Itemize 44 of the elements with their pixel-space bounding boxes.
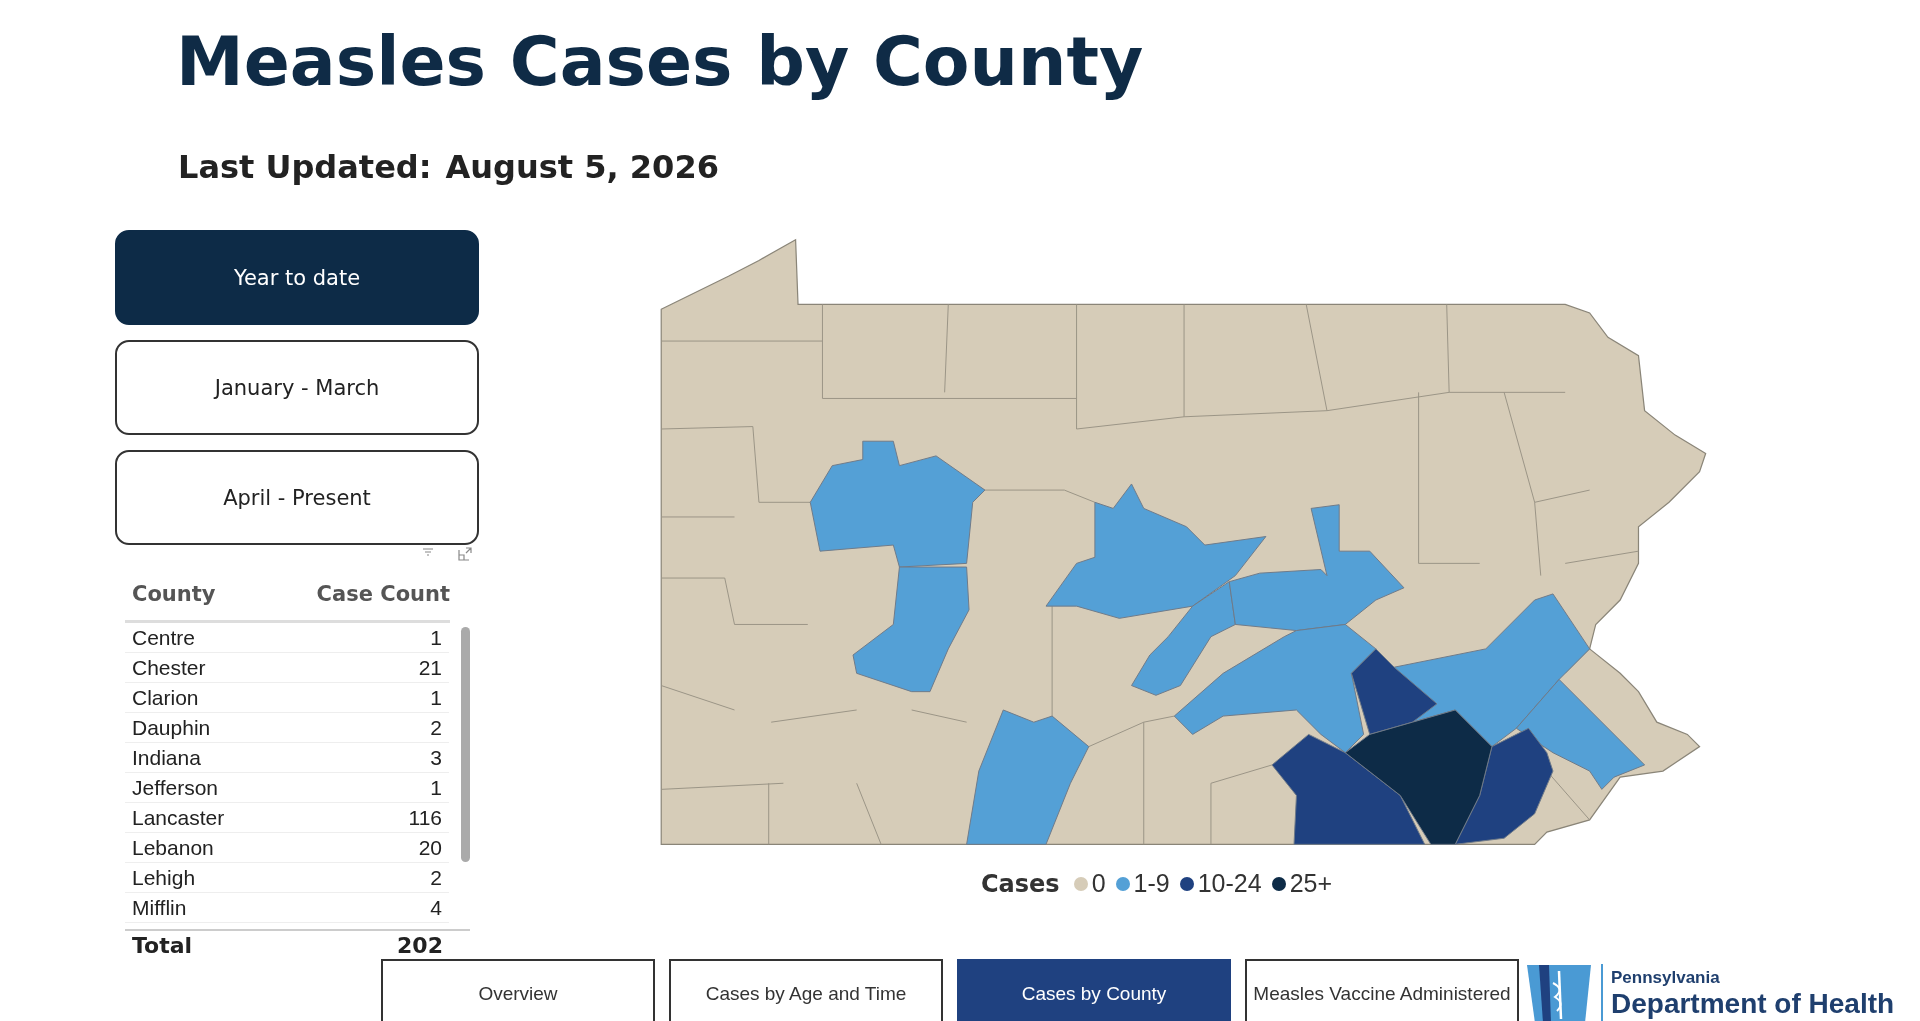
nav-tab[interactable]: Measles Vaccine Administered xyxy=(1245,959,1519,1021)
count-cell: 3 xyxy=(430,745,443,770)
count-cell: 1 xyxy=(430,685,443,710)
period-button[interactable]: Year to date xyxy=(115,230,479,325)
county-cell: Jefferson xyxy=(132,775,218,800)
last-updated-label: Last Updated: xyxy=(178,148,432,188)
legend-label: 1-9 xyxy=(1133,869,1170,898)
county-cell: Centre xyxy=(132,625,196,650)
expand-icon[interactable] xyxy=(457,546,473,562)
legend-title: Cases xyxy=(981,869,1060,898)
county-cell: Dauphin xyxy=(132,715,211,740)
count-cell: 1 xyxy=(430,625,443,650)
county-cell: Clarion xyxy=(132,685,199,710)
nav-tab[interactable]: Cases by County xyxy=(957,959,1231,1021)
count-cell: 21 xyxy=(418,655,443,680)
logo-text: Pennsylvania xyxy=(1611,968,1721,988)
nav-tab[interactable]: Overview xyxy=(381,959,655,1021)
count-cell: 116 xyxy=(408,805,443,830)
total-label: Total xyxy=(132,933,193,958)
legend-label: 0 xyxy=(1091,869,1106,898)
filter-icon[interactable] xyxy=(421,546,435,558)
legend-label: 25+ xyxy=(1289,869,1333,898)
county-cell: Indiana xyxy=(132,745,201,770)
count-cell: 2 xyxy=(430,865,443,890)
nav-tab[interactable]: Cases by Age and Time xyxy=(669,959,943,1021)
column-header[interactable]: Case Count xyxy=(316,582,450,606)
county-cell: Lehigh xyxy=(132,865,196,890)
count-cell: 1 xyxy=(430,775,443,800)
county-cell: Lebanon xyxy=(132,835,214,860)
legend-label: 10-24 xyxy=(1197,869,1262,898)
count-cell: 2 xyxy=(430,715,443,740)
period-button[interactable]: January - March xyxy=(115,340,479,435)
last-updated-date: August 5, 2026 xyxy=(445,148,719,188)
page-title: Measles Cases by County xyxy=(175,21,1145,103)
count-cell: 20 xyxy=(418,835,443,860)
count-cell: 4 xyxy=(430,895,443,920)
scrollbar-thumb[interactable] xyxy=(461,627,470,862)
period-button[interactable]: April - Present xyxy=(115,450,479,545)
column-header[interactable]: County xyxy=(125,582,216,606)
county-cell: Chester xyxy=(132,655,206,680)
county-cell: Lancaster xyxy=(132,805,225,830)
total-value: 202 xyxy=(397,933,443,958)
logo-text: Department of Health xyxy=(1611,988,1895,1020)
county-cell: Mifflin xyxy=(132,895,187,920)
